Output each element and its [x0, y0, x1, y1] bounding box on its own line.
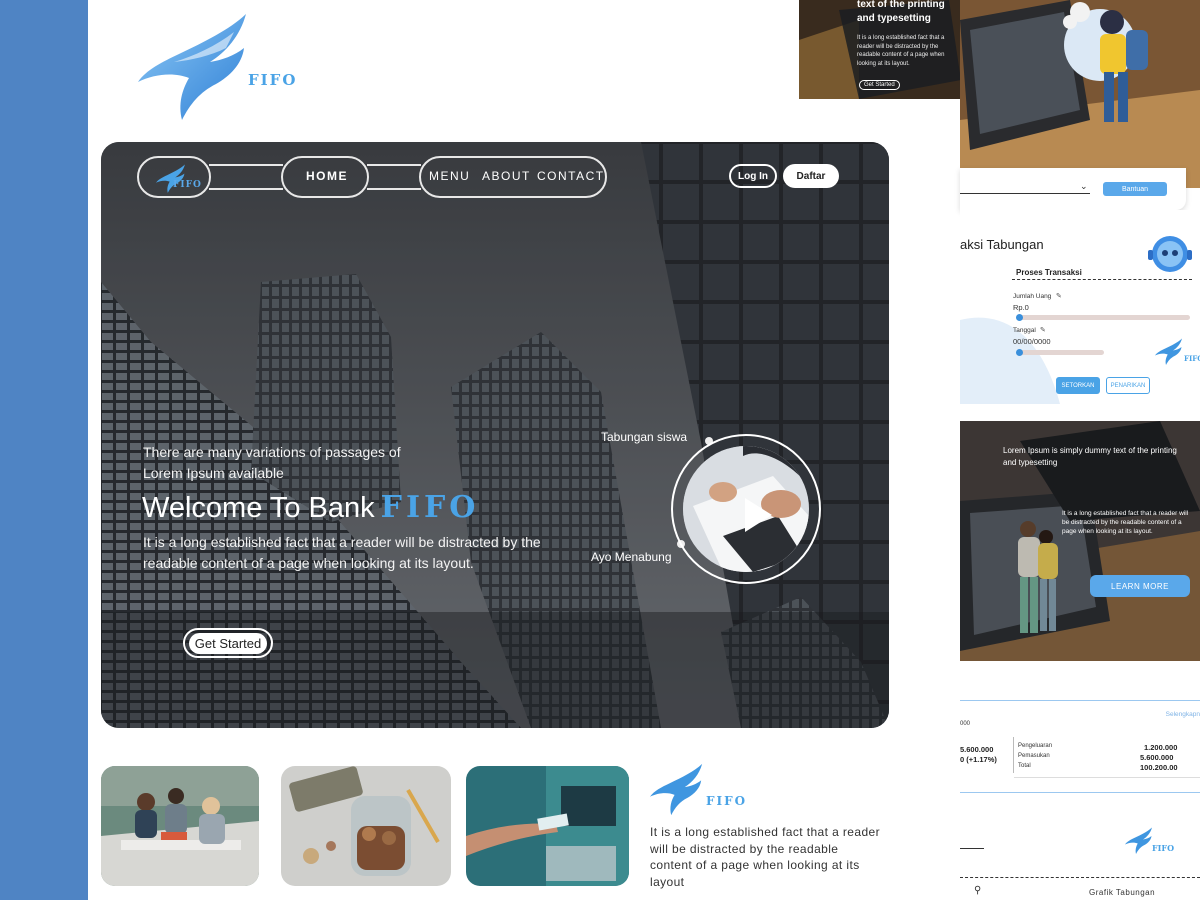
- coin-jar-image: [281, 766, 451, 886]
- register-button[interactable]: Daftar: [783, 164, 839, 188]
- robot-assistant-icon[interactable]: [1146, 232, 1194, 274]
- wing-logo-icon: [1155, 338, 1182, 365]
- process-section-title: Proses Transaksi: [1016, 268, 1082, 277]
- students-studying-image: [101, 766, 259, 886]
- video-tag-tabungan-siswa: Tabungan siswa: [601, 430, 688, 444]
- date-slider-handle[interactable]: [1016, 349, 1023, 356]
- amount-value[interactable]: Rp.0: [1013, 303, 1029, 312]
- nav-connector: [367, 164, 421, 190]
- transaction-brand-name: FIFO: [1184, 354, 1200, 363]
- chart-brand-name: FIFO: [1152, 843, 1175, 853]
- summary-row-value: 1.200.000: [1144, 743, 1178, 752]
- preview-get-started-button[interactable]: Get Started: [859, 80, 900, 90]
- atm-card-image: [466, 766, 629, 886]
- deposit-button[interactable]: SETORKAN: [1056, 377, 1100, 394]
- amount-label: Jumlah Uang: [1013, 293, 1052, 300]
- chart-label[interactable]: Grafik Tabungan: [1089, 888, 1155, 897]
- preview-hero-title: text of the printing and typesetting: [857, 0, 945, 24]
- brand-logo[interactable]: FIFO: [134, 12, 304, 124]
- hero-subtitle: There are many variations of passages of…: [143, 444, 401, 481]
- video-thumbnail: [683, 446, 809, 572]
- nav-logo-pill[interactable]: FIFO: [137, 156, 211, 198]
- help-button[interactable]: Bantuan: [1103, 182, 1167, 196]
- footer-brand-name: FIFO: [706, 794, 748, 808]
- summary-top-value: 000: [960, 721, 971, 727]
- date-slider-track[interactable]: [1018, 350, 1104, 355]
- date-label: Tanggal: [1013, 327, 1036, 334]
- preview-hero-body: It is a long established fact that a rea…: [857, 35, 945, 67]
- explorer-character-image: [960, 0, 1200, 188]
- nav-bar: FIFO HOME MENU ABOUT CONTACT: [137, 156, 607, 198]
- nav-about[interactable]: ABOUT: [482, 169, 531, 183]
- brand-name: FIFO: [248, 71, 298, 89]
- summary-panel: Selengkapn 000 5.600.000 0 (+1.17%) Peng…: [960, 700, 1200, 784]
- summary-row-label: Total: [1018, 763, 1031, 769]
- hero-body: It is a long established fact that a rea…: [143, 534, 541, 571]
- edit-pencil-icon[interactable]: ✎: [1040, 326, 1046, 334]
- learn-more-button[interactable]: LEARN MORE: [1090, 575, 1190, 597]
- withdraw-button[interactable]: PENARIKAN: [1106, 377, 1150, 394]
- summary-row-label: Pemasukan: [1018, 753, 1050, 759]
- hero-title-brand: FIFO: [380, 490, 480, 525]
- section-divider: [1012, 279, 1192, 280]
- thumbnail-atm[interactable]: [466, 766, 629, 886]
- hero-title: Welcome To Bank FIFO: [142, 490, 479, 525]
- footer-description: It is a long established fact that a rea…: [650, 825, 880, 889]
- chart-divider: [960, 848, 984, 849]
- promo-body: It is a long established fact that a rea…: [1062, 510, 1189, 535]
- nav-logo: FIFO: [153, 164, 201, 194]
- transaction-title: aksi Tabungan: [960, 237, 1044, 252]
- promo-panel: Lorem Ipsum is simply dummy text of the …: [960, 421, 1200, 661]
- transaction-panel: aksi Tabungan Proses Transaksi Jumlah Ua…: [960, 210, 1200, 404]
- get-started-button[interactable]: Get Started: [183, 628, 273, 658]
- summary-row-divider: [1014, 777, 1200, 778]
- preview-panel-explorer: [960, 0, 1200, 188]
- get-started-label: Get Started: [188, 632, 268, 654]
- wing-logo-icon: [1125, 827, 1152, 854]
- date-value[interactable]: 00/00/0000: [1013, 337, 1051, 346]
- preview-panel-hero: text of the printing and typesetting It …: [799, 0, 961, 99]
- chart-dashed-divider: [960, 877, 1200, 878]
- thumbnail-coin-jar[interactable]: [281, 766, 451, 886]
- footer-brand-logo: FIFO: [648, 762, 758, 820]
- nav-connector: [209, 164, 283, 190]
- play-icon[interactable]: [745, 498, 772, 532]
- see-more-link[interactable]: Selengkapn: [1166, 711, 1200, 718]
- nav-menu[interactable]: MENU: [429, 169, 470, 183]
- summary-row-label: Pengeluaran: [1018, 743, 1053, 749]
- amount-slider-handle[interactable]: [1016, 314, 1023, 321]
- wing-logo-icon: [649, 763, 703, 816]
- promo-title: Lorem Ipsum is simply dummy text of the …: [1003, 446, 1177, 467]
- nav-home[interactable]: HOME: [306, 169, 348, 183]
- nav-contact[interactable]: CONTACT: [537, 169, 605, 183]
- wing-logo-icon: [138, 14, 246, 120]
- chevron-down-icon[interactable]: ⌄: [1080, 182, 1088, 192]
- thumbnail-students[interactable]: [101, 766, 259, 886]
- page: FIFO FIFO HOME MENU ABOUT CONTACT Log In…: [0, 0, 1200, 900]
- chart-panel: FIFO ⚲ Grafik Tabungan: [960, 792, 1200, 900]
- amount-slider-track[interactable]: [1018, 315, 1190, 320]
- hero-title-prefix: Welcome To Bank: [142, 492, 375, 524]
- hero-section: FIFO HOME MENU ABOUT CONTACT Log In Daft…: [101, 142, 889, 728]
- video-tag-ayo-menabung: Ayo Menabung: [591, 550, 672, 564]
- search-dropdown-line[interactable]: [960, 193, 1090, 194]
- edit-pencil-icon[interactable]: ✎: [1056, 292, 1062, 300]
- summary-row-value: 5.600.000: [1140, 753, 1174, 762]
- summary-row-value: 100.200.00: [1140, 763, 1178, 772]
- summary-change: 0 (+1.17%): [960, 755, 997, 764]
- search-icon[interactable]: ⚲: [974, 885, 981, 896]
- nav-brand-name: FIFO: [173, 180, 202, 190]
- video-player[interactable]: [671, 434, 821, 584]
- summary-balance: 5.600.000: [960, 745, 994, 754]
- left-accent-bar: [0, 0, 88, 900]
- login-button[interactable]: Log In: [729, 164, 777, 188]
- search-bar-panel: ⌄ Bantuan: [960, 168, 1186, 210]
- summary-divider: [1013, 737, 1014, 773]
